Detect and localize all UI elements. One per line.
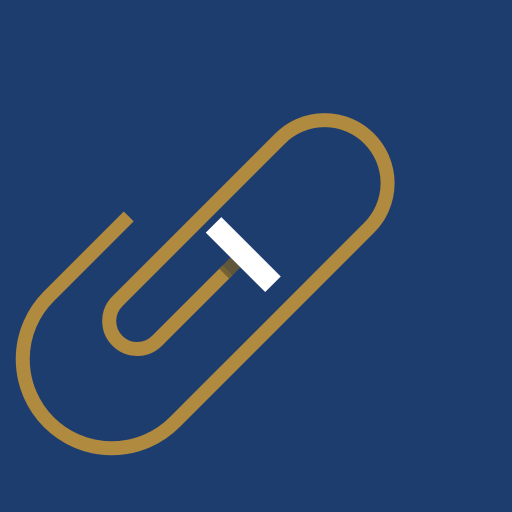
app-icon: [0, 0, 512, 512]
paperclip-icon: [0, 0, 512, 512]
